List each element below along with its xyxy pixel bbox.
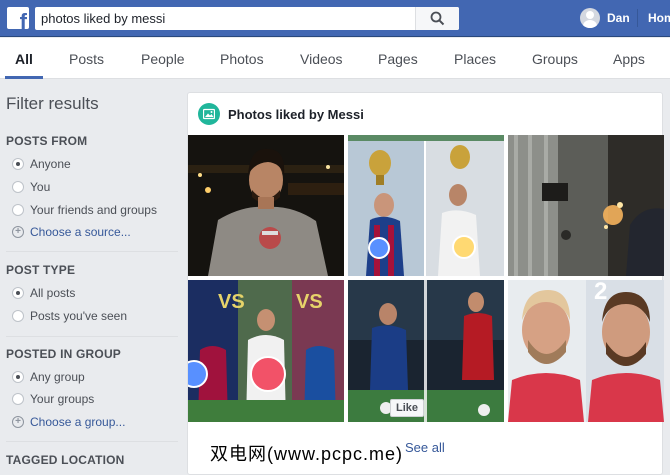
photo-result-5[interactable]: Like xyxy=(348,280,504,422)
photo-door-lock-image xyxy=(508,135,664,276)
post-type-heading: POST TYPE xyxy=(6,263,76,277)
photo-number-label: 2 xyxy=(594,280,608,305)
wow-reaction-icon xyxy=(452,235,476,259)
photo-messi-portrait-image xyxy=(508,280,664,422)
option-label: Any group xyxy=(30,370,85,384)
radio-icon[interactable] xyxy=(12,204,24,216)
option-label: Anyone xyxy=(30,157,71,171)
tab-pages[interactable]: Pages xyxy=(378,51,418,67)
like-button[interactable]: Like xyxy=(390,399,425,417)
option-label: Posts you've seen xyxy=(30,309,128,323)
search-icon xyxy=(430,11,445,26)
tab-photos[interactable]: Photos xyxy=(220,51,264,67)
option-label: You xyxy=(30,180,51,194)
tab-groups[interactable]: Groups xyxy=(532,51,578,67)
like-button-label: Like xyxy=(396,402,419,414)
choose-source-label[interactable]: Choose a source... xyxy=(30,225,131,239)
user-name-link[interactable]: Dan xyxy=(607,11,630,25)
filter-divider xyxy=(6,251,178,252)
home-link[interactable]: Hom xyxy=(648,11,670,25)
photo-match-action-image xyxy=(348,280,504,422)
photo-result-6[interactable]: 2 xyxy=(508,280,664,422)
radio-selected-icon[interactable] xyxy=(12,287,24,299)
tagged-location-heading: TAGGED LOCATION xyxy=(6,453,125,467)
tab-posts[interactable]: Posts xyxy=(69,51,104,67)
filter-divider xyxy=(6,336,178,337)
facebook-logo-letter: f xyxy=(19,9,27,30)
plus-icon: + xyxy=(12,226,24,238)
top-navigation-bar: f Dan Hom xyxy=(0,0,670,37)
radio-selected-icon[interactable] xyxy=(12,371,24,383)
photo-result-3[interactable] xyxy=(508,135,664,276)
radio-icon[interactable] xyxy=(12,393,24,405)
radio-icon[interactable] xyxy=(12,310,24,322)
active-tab-indicator xyxy=(5,76,43,79)
option-label: Your friends and groups xyxy=(30,203,157,217)
nav-divider xyxy=(637,9,638,27)
choose-group-label[interactable]: Choose a group... xyxy=(30,415,125,429)
tab-people[interactable]: People xyxy=(141,51,185,67)
search-input[interactable] xyxy=(41,7,411,30)
user-avatar[interactable] xyxy=(580,8,600,28)
search-tabs-bar: All Posts People Photos Videos Pages Pla… xyxy=(0,38,670,79)
photo-man-night-image xyxy=(188,135,344,276)
photo-result-2[interactable] xyxy=(348,135,504,276)
watermark-text: 双电网(www.pcpc.me) xyxy=(210,444,404,464)
facebook-logo-icon[interactable]: f xyxy=(7,7,29,29)
option-label: All posts xyxy=(30,286,76,300)
svg-text:VS: VS xyxy=(218,291,245,313)
photos-icon xyxy=(198,103,220,125)
posts-from-heading: POSTS FROM xyxy=(6,134,88,148)
svg-text:VS: VS xyxy=(296,291,323,313)
filter-divider xyxy=(6,441,178,442)
love-reaction-icon xyxy=(250,356,286,392)
tab-videos[interactable]: Videos xyxy=(300,51,343,67)
radio-selected-icon[interactable] xyxy=(12,158,24,170)
posted-in-group-heading: POSTED IN GROUP xyxy=(6,347,122,361)
photo-players-collage-image: VS VS xyxy=(188,280,344,422)
filter-results-title: Filter results xyxy=(6,94,99,113)
search-box xyxy=(35,7,459,30)
radio-icon[interactable] xyxy=(12,181,24,193)
photos-results-card: Photos liked by Messi VS VS Like 2 See a… xyxy=(187,92,664,475)
tab-apps[interactable]: Apps xyxy=(613,51,645,67)
tab-all[interactable]: All xyxy=(15,51,33,67)
photo-result-4[interactable]: VS VS xyxy=(188,280,344,422)
option-label: Your groups xyxy=(30,392,95,406)
see-all-link[interactable]: See all xyxy=(405,440,445,455)
plus-icon: + xyxy=(12,416,24,428)
photo-result-1[interactable] xyxy=(188,135,344,276)
tab-places[interactable]: Places xyxy=(454,51,496,67)
results-title: Photos liked by Messi xyxy=(228,107,364,122)
like-reaction-icon xyxy=(368,237,390,259)
search-button[interactable] xyxy=(415,7,459,30)
